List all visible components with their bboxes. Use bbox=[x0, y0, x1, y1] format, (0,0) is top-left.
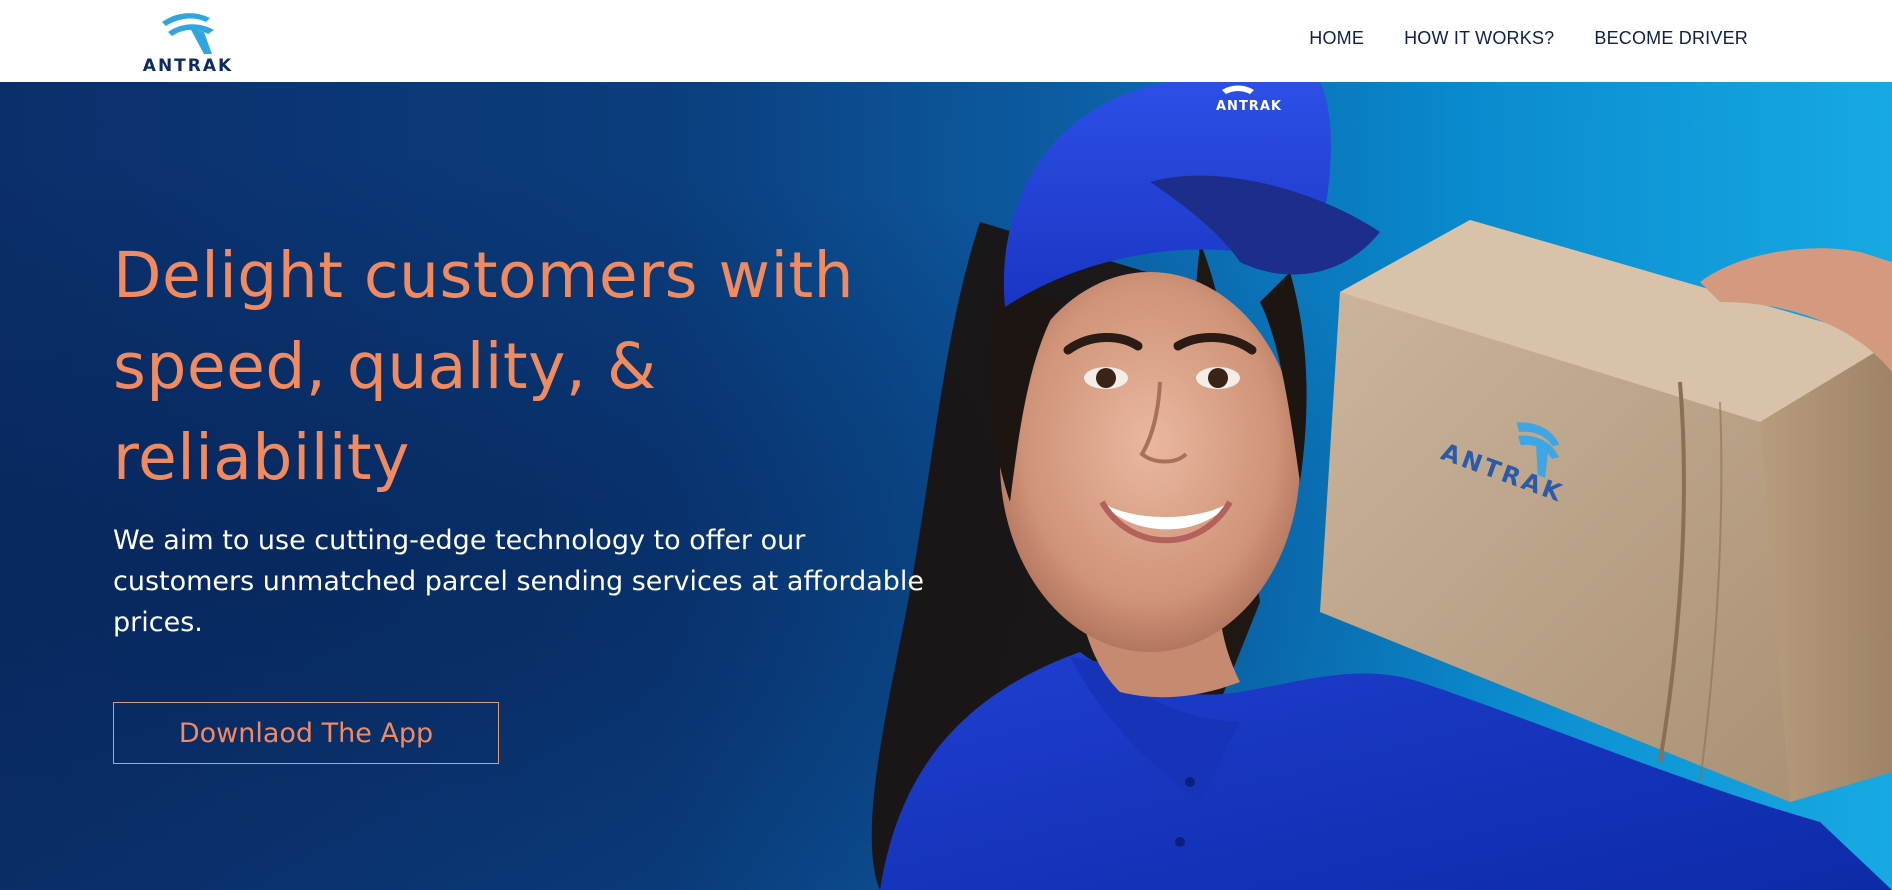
hero-section: ANTRAK ANTRAK Delight customers with spe… bbox=[0, 82, 1892, 890]
download-app-button[interactable]: Downlaod The App bbox=[113, 702, 499, 764]
hero-headline: Delight customers with speed, quality, &… bbox=[113, 239, 855, 494]
brand-logo-text: ANTRAK bbox=[142, 56, 234, 76]
nav-home[interactable]: HOME bbox=[1309, 28, 1364, 49]
brand-logo[interactable]: ANTRAK bbox=[136, 8, 240, 78]
nav-how-it-works[interactable]: HOW IT WORKS? bbox=[1404, 28, 1554, 49]
antrak-swoosh-icon bbox=[162, 13, 214, 54]
nav-become-driver[interactable]: BECOME DRIVER bbox=[1594, 28, 1748, 49]
cap-logo-text: ANTRAK bbox=[1216, 99, 1282, 114]
main-nav: HOME HOW IT WORKS? BECOME DRIVER bbox=[1309, 28, 1748, 49]
page: ANTRAK HOME HOW IT WORKS? BECOME DRIVER bbox=[0, 0, 1892, 890]
courier-photo: ANTRAK ANTRAK bbox=[871, 82, 1892, 890]
hero-subtext: We aim to use cutting-edge technology to… bbox=[113, 525, 925, 638]
site-header: ANTRAK HOME HOW IT WORKS? BECOME DRIVER bbox=[0, 0, 1892, 82]
